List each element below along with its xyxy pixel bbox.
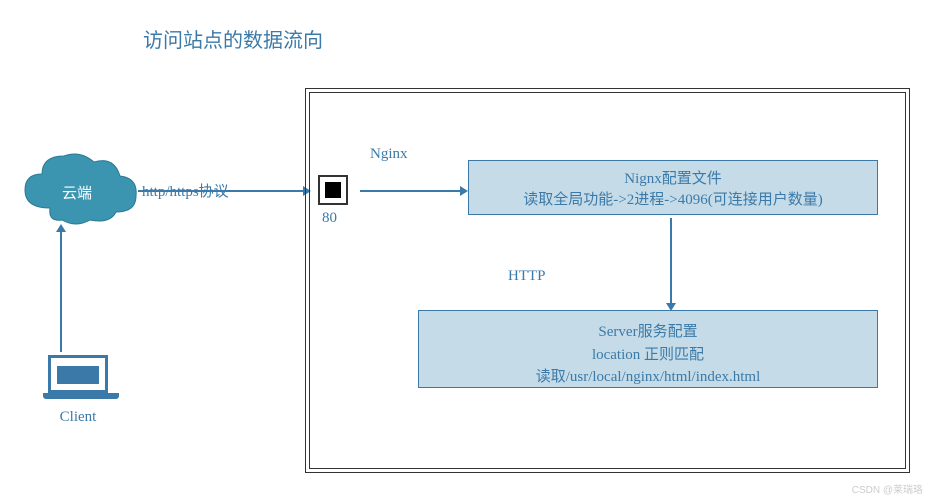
arrow-port-to-config — [360, 190, 460, 192]
server-line2: location 正则匹配 — [419, 344, 877, 367]
arrow-client-to-cloud — [60, 232, 62, 352]
http-label: HTTP — [508, 268, 546, 285]
cloud-label: 云端 — [62, 182, 92, 203]
laptop-icon — [43, 355, 113, 403]
protocol-label: http/https协议 — [142, 180, 229, 201]
server-config-box: Server服务配置 location 正则匹配 读取/usr/local/ng… — [418, 310, 878, 388]
client-label: Client — [28, 409, 128, 426]
config-line2: 读取全局功能->2进程->4096(可连接用户数量) — [469, 190, 877, 211]
nginx-label: Nginx — [370, 146, 408, 163]
watermark: CSDN @莱瑞珞 — [852, 481, 923, 496]
server-line3: 读取/usr/local/nginx/html/index.html — [419, 366, 877, 389]
arrow-config-to-server — [670, 218, 672, 303]
diagram-title: 访问站点的数据流向 — [143, 24, 323, 53]
client-node: Client — [28, 355, 128, 426]
nginx-config-box: Nignx配置文件 读取全局功能->2进程->4096(可连接用户数量) — [468, 160, 878, 215]
config-line1: Nignx配置文件 — [469, 169, 877, 190]
port-icon — [318, 175, 348, 205]
server-line1: Server服务配置 — [419, 321, 877, 344]
port-label: 80 — [322, 210, 337, 227]
